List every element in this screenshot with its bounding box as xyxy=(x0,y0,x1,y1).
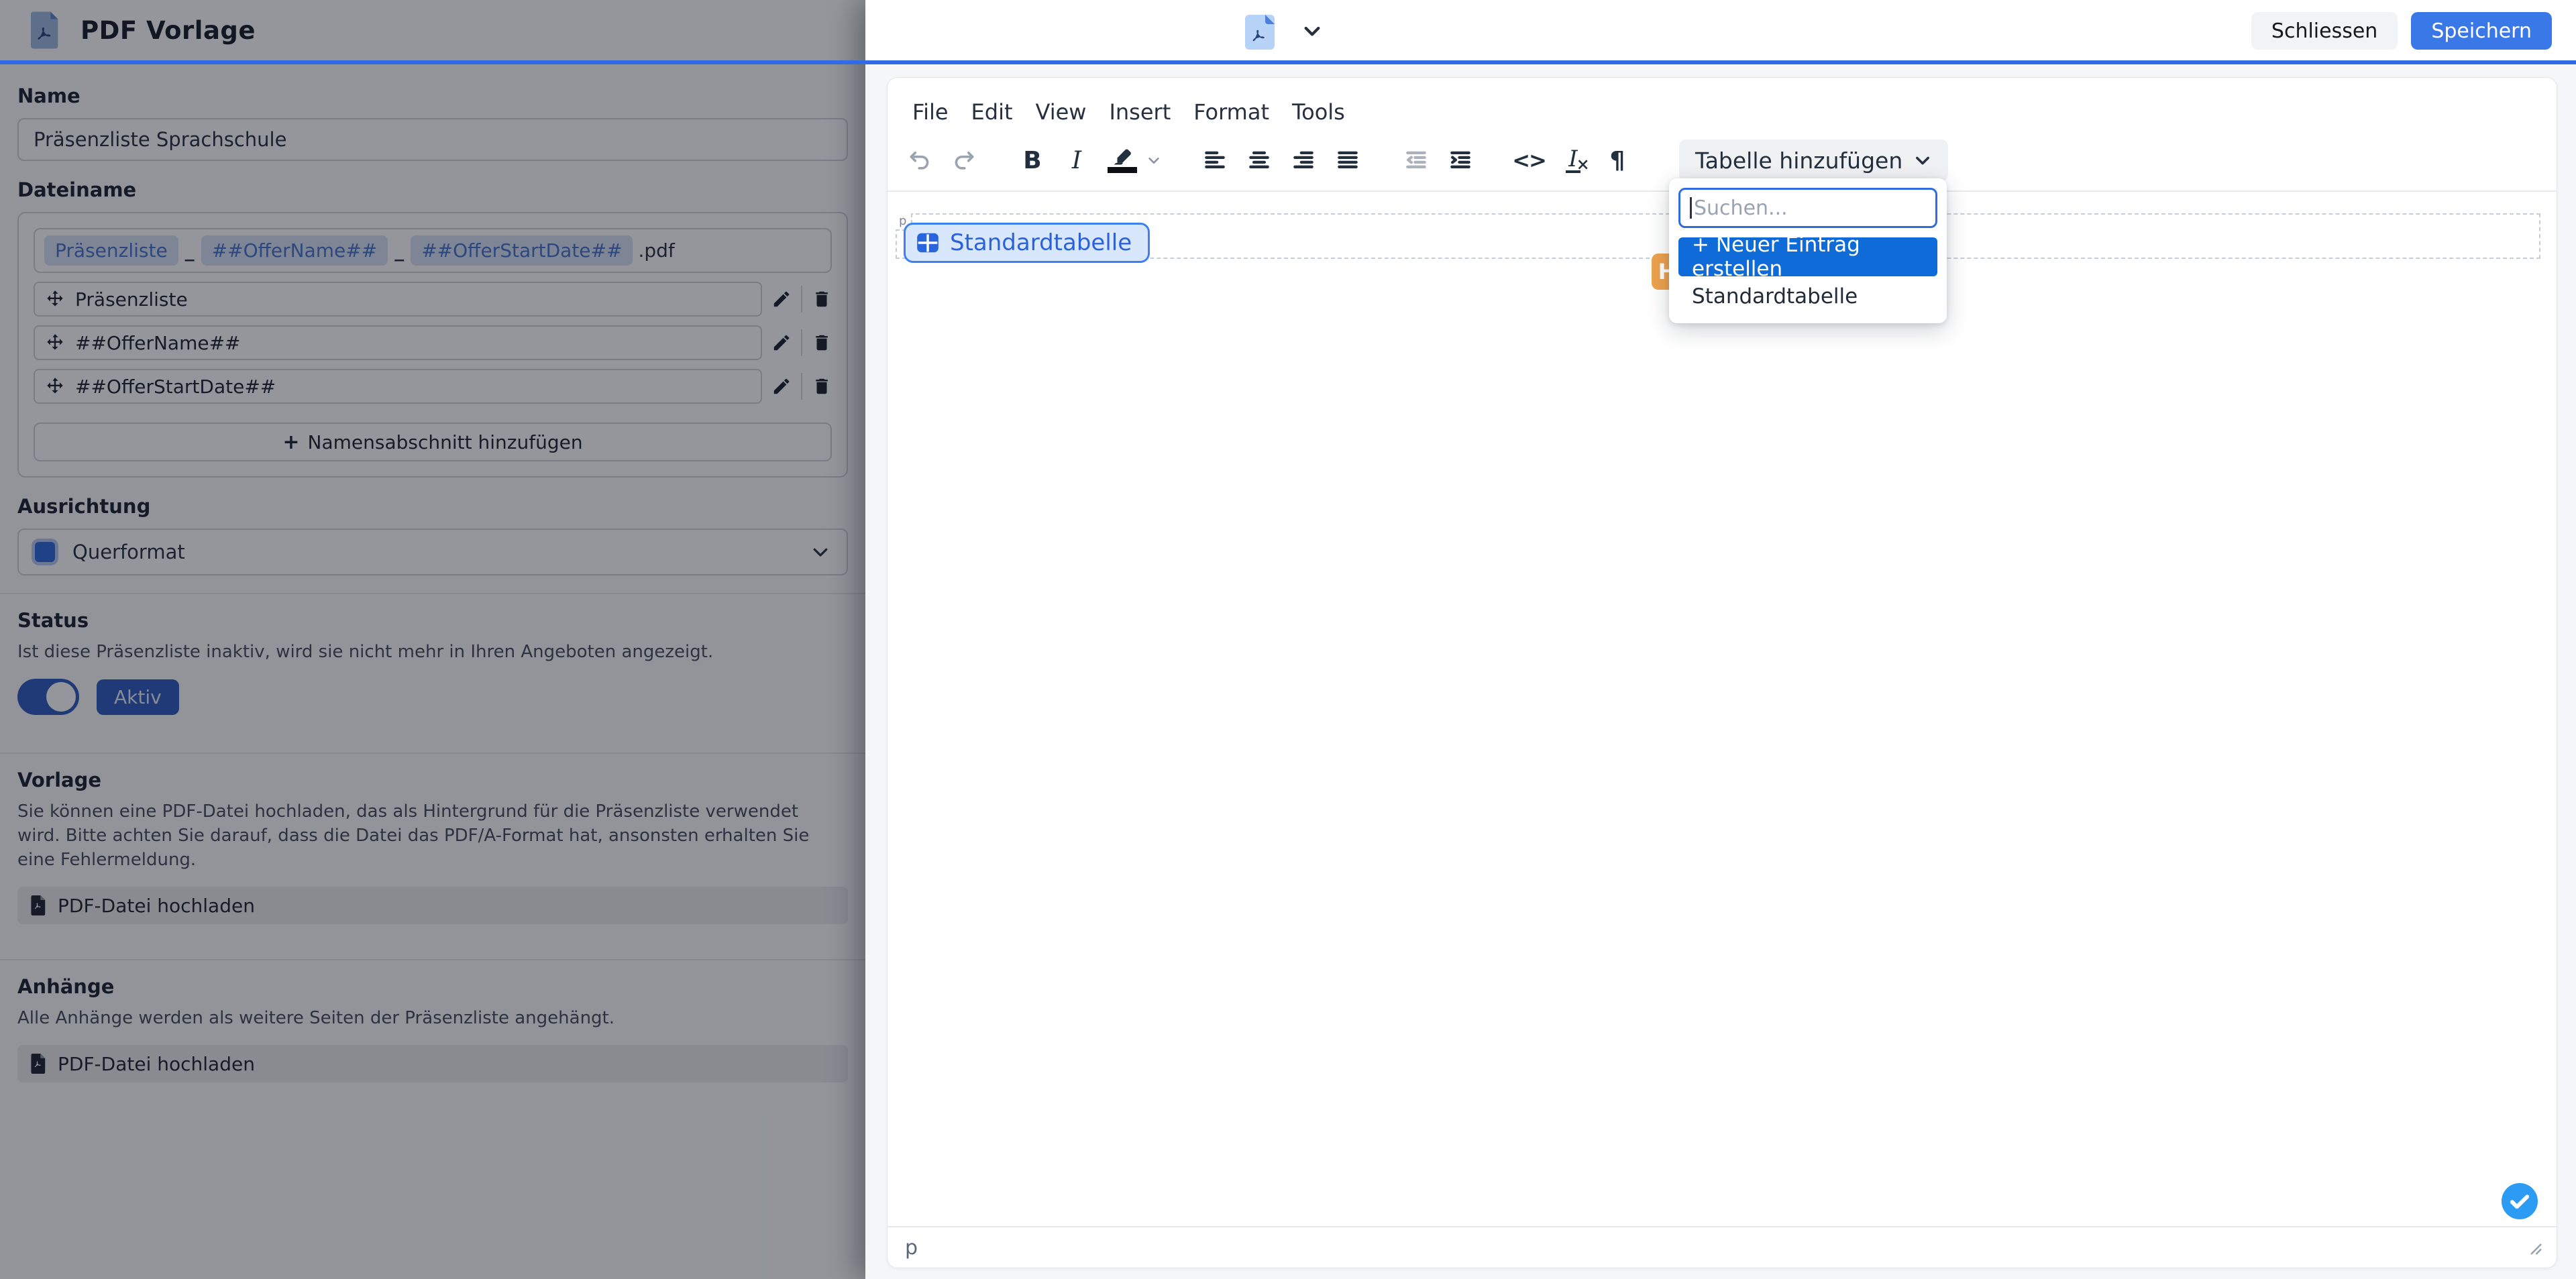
undo-icon[interactable] xyxy=(901,142,938,179)
modal-backdrop-overlay[interactable] xyxy=(0,0,865,1279)
pdf-template-sidebar: PDF Vorlage Name Präsenzliste Sprachschu… xyxy=(0,0,865,1279)
add-table-label: Tabelle hinzufügen xyxy=(1695,148,1902,174)
table-icon xyxy=(915,230,941,256)
create-new-entry-label: + Neuer Eintrag erstellen xyxy=(1692,233,1924,281)
editor-statusbar: p xyxy=(888,1226,2557,1268)
align-justify-icon[interactable] xyxy=(1329,142,1366,179)
menu-format[interactable]: Format xyxy=(1183,94,1279,130)
dropdown-search[interactable] xyxy=(1678,188,1937,228)
align-right-icon[interactable] xyxy=(1285,142,1322,179)
pdf-editor-modal: Schliessen Speichern File Edit View Inse… xyxy=(865,0,2576,1279)
confirm-check-button[interactable] xyxy=(2502,1183,2538,1219)
close-button[interactable]: Schliessen xyxy=(2251,12,2398,50)
create-new-entry-option[interactable]: + Neuer Eintrag erstellen xyxy=(1678,237,1937,276)
modal-header: Schliessen Speichern xyxy=(865,0,2576,60)
dropdown-option-standardtabelle[interactable]: Standardtabelle xyxy=(1678,279,1937,314)
align-center-icon[interactable] xyxy=(1240,142,1278,179)
save-button-label: Speichern xyxy=(2431,19,2532,43)
editor-menubar: File Edit View Insert Format Tools xyxy=(888,78,2557,131)
add-table-dropdown-button[interactable]: Tabelle hinzufügen xyxy=(1679,140,1948,181)
chevron-down-icon xyxy=(1913,151,1932,170)
menu-view[interactable]: View xyxy=(1026,94,1097,130)
editor-content-area[interactable]: p Standardtabelle xyxy=(888,192,2557,1237)
dropdown-option-label: Standardtabelle xyxy=(1692,284,1858,309)
menu-insert[interactable]: Insert xyxy=(1099,94,1181,130)
close-button-label: Schliessen xyxy=(2271,19,2377,43)
align-left-icon[interactable] xyxy=(1196,142,1234,179)
redo-icon[interactable] xyxy=(945,142,983,179)
clear-formatting-icon[interactable]: I× xyxy=(1554,142,1592,179)
standard-table-chip[interactable]: Standardtabelle xyxy=(904,223,1150,263)
pdf-file-tab-icon[interactable] xyxy=(1245,15,1277,50)
standard-table-chip-label: Standardtabelle xyxy=(950,229,1132,256)
indent-icon[interactable] xyxy=(1442,142,1479,179)
color-menu-chevron-icon[interactable] xyxy=(1142,142,1165,179)
background-color-icon[interactable] xyxy=(1102,142,1142,179)
paragraph-marks-icon[interactable]: ¶ xyxy=(1599,142,1636,179)
table-dropdown-menu: + Neuer Eintrag erstellen Standardtabell… xyxy=(1669,178,1947,323)
chevron-down-icon[interactable] xyxy=(1300,20,1324,42)
text-cursor xyxy=(1690,197,1692,219)
header-accent-line xyxy=(0,60,2576,64)
outdent-icon[interactable] xyxy=(1397,142,1435,179)
source-code-icon[interactable]: <> xyxy=(1510,142,1548,179)
element-path[interactable]: p xyxy=(905,1236,918,1260)
menu-file[interactable]: File xyxy=(902,94,959,130)
search-input[interactable] xyxy=(1680,190,1935,226)
italic-icon[interactable]: I xyxy=(1058,142,1095,179)
menu-edit[interactable]: Edit xyxy=(961,94,1023,130)
save-button[interactable]: Speichern xyxy=(2411,12,2552,50)
menu-tools[interactable]: Tools xyxy=(1282,94,1355,130)
bold-icon[interactable]: B xyxy=(1014,142,1051,179)
resize-handle-icon[interactable] xyxy=(2524,1237,2544,1258)
current-color-swatch xyxy=(1108,167,1137,173)
